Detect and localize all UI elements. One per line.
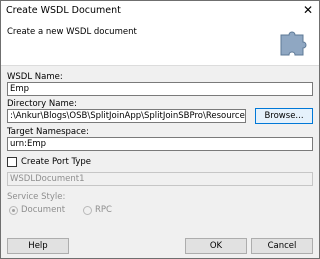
title-bar: Create WSDL Document ✕ — [1, 1, 319, 21]
port-type-input: WSDLDocument1 — [7, 172, 313, 186]
wsdl-name-input[interactable]: Emp — [7, 82, 313, 96]
create-port-type-checkbox[interactable] — [7, 157, 17, 167]
cancel-button[interactable]: Cancel — [251, 238, 313, 254]
window-title: Create WSDL Document — [6, 5, 121, 16]
service-style-label: Service Style: — [7, 192, 66, 202]
wsdl-name-label: WSDL Name: — [7, 72, 63, 82]
directory-name-label: Directory Name: — [7, 99, 77, 109]
puzzle-piece-icon — [280, 31, 307, 56]
target-namespace-input[interactable]: urn:Emp — [7, 137, 313, 151]
rpc-radio-label: RPC — [95, 205, 112, 215]
create-wsdl-dialog: Create WSDL Document ✕ Create a new WSDL… — [0, 0, 320, 259]
directory-name-input[interactable]: :\Ankur\Blogs\OSB\SplitJoinApp\SplitJoin… — [7, 109, 246, 123]
banner-description: Create a new WSDL document — [7, 27, 137, 37]
target-namespace-label: Target Namespace: — [7, 127, 89, 137]
help-button[interactable]: Help — [7, 238, 69, 254]
create-port-type-label: Create Port Type — [21, 157, 92, 167]
ok-button[interactable]: OK — [185, 238, 247, 254]
document-radio — [9, 206, 18, 215]
close-icon[interactable]: ✕ — [303, 3, 313, 17]
document-radio-label: Document — [21, 205, 66, 215]
browse-button[interactable]: Browse... — [255, 108, 313, 124]
header-banner: Create a new WSDL document — [1, 21, 319, 66]
rpc-radio — [83, 206, 92, 215]
